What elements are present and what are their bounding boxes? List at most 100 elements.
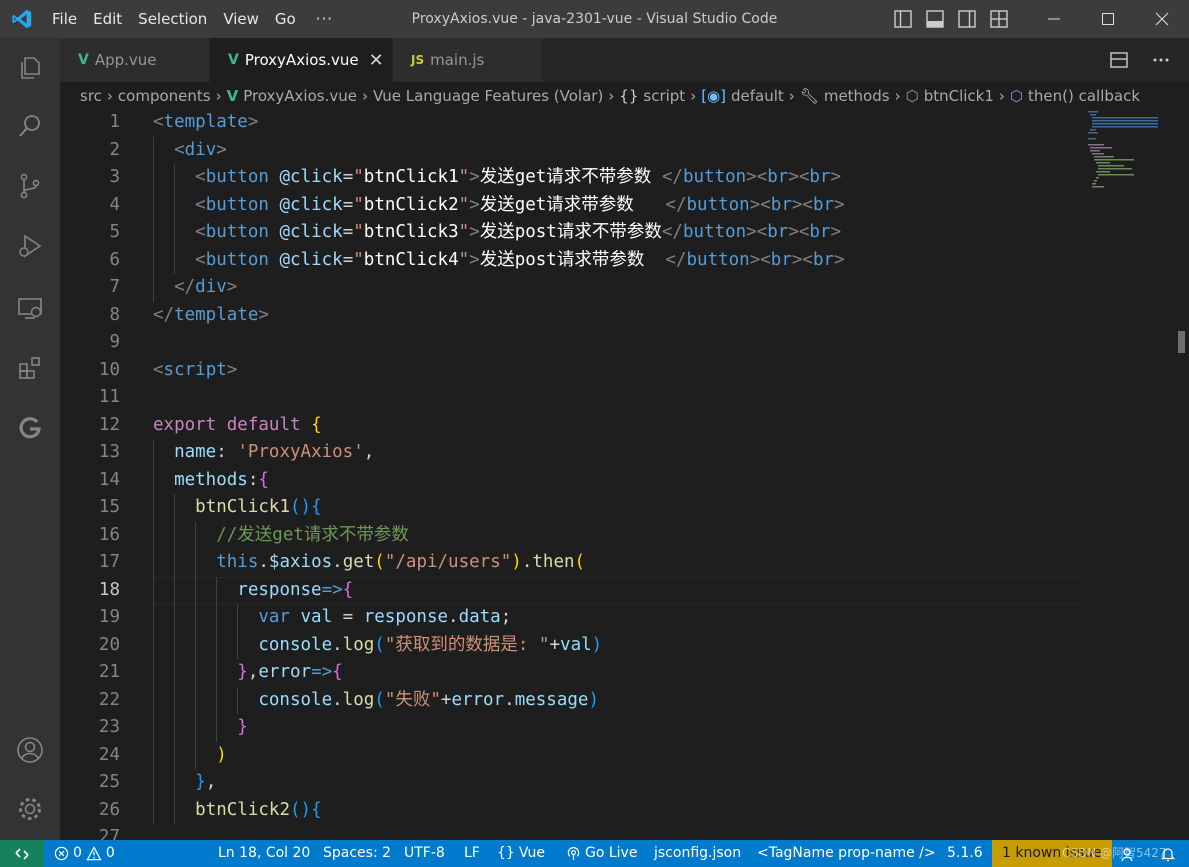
tab-main-js[interactable]: JS main.js: [393, 38, 543, 82]
close-window-icon[interactable]: [1135, 0, 1189, 38]
line-number: 16: [98, 524, 120, 545]
scrollbar-thumb[interactable]: [1178, 331, 1185, 353]
close-tab-icon[interactable]: ✕: [369, 50, 384, 71]
code-token: >: [830, 222, 842, 242]
code-text: <button @click="btnClick1">发送get请求不带参数 <…: [153, 164, 841, 192]
code-token: @click: [279, 249, 343, 270]
breadcrumb-default[interactable]: default: [731, 87, 784, 105]
code-line[interactable]: 27: [60, 824, 1080, 840]
breadcrumb-language[interactable]: Vue Language Features (Volar): [373, 87, 603, 105]
problems-indicator[interactable]: 0 0: [54, 840, 115, 867]
code-editor[interactable]: 1 <template> 2 <div> 3 <button @click="btnC…: [60, 109, 1189, 840]
explorer-icon[interactable]: [0, 43, 60, 93]
jsconfig-status[interactable]: jsconfig.json: [654, 840, 741, 867]
remote-indicator-icon[interactable]: [0, 840, 44, 867]
code-token: .: [521, 552, 533, 572]
code-text: this.$axios.get("/api/users").then(: [153, 549, 585, 577]
code-line[interactable]: 15 btnClick1(){: [60, 494, 1080, 522]
code-line[interactable]: 8 </template>: [60, 302, 1080, 330]
run-debug-icon[interactable]: [0, 221, 60, 271]
code-line[interactable]: 25 },: [60, 769, 1080, 797]
code-line[interactable]: 19 var val = response.data;: [60, 604, 1080, 632]
breadcrumb-file[interactable]: ProxyAxios.vue: [243, 87, 357, 105]
toggle-panel-icon[interactable]: [925, 9, 945, 29]
gitlens-icon[interactable]: [0, 403, 60, 453]
code-line[interactable]: 22 console.log("失败"+error.message): [60, 686, 1080, 715]
go-live-button[interactable]: Go Live: [566, 840, 637, 867]
code-line[interactable]: 11: [60, 384, 1080, 412]
tab-app-vue[interactable]: V App.vue: [60, 38, 210, 82]
menu-edit[interactable]: Edit: [85, 10, 130, 28]
code-line[interactable]: 12 export default {: [60, 412, 1080, 440]
code-token: button: [205, 167, 269, 187]
maximize-icon[interactable]: [1081, 0, 1135, 38]
breadcrumb-script[interactable]: script: [643, 87, 685, 105]
breadcrumb-btnclick1[interactable]: btnClick1: [924, 87, 994, 105]
code-token: button: [205, 249, 269, 270]
code-token: ><: [749, 249, 771, 270]
encoding[interactable]: UTF-8: [404, 840, 445, 867]
code-line[interactable]: 14 methods:{: [60, 466, 1080, 494]
code-token: ><: [746, 222, 768, 242]
end-of-line[interactable]: LF: [464, 840, 480, 867]
code-line[interactable]: 5 <button @click="btnClick3">发送post请求不带参…: [60, 219, 1080, 247]
code-line[interactable]: 9: [60, 329, 1080, 357]
code-line[interactable]: 1 <template>: [60, 109, 1080, 137]
code-text: <template>: [153, 109, 258, 137]
code-line[interactable]: 7 </div>: [60, 274, 1080, 302]
cursor-position[interactable]: Ln 18, Col 20: [218, 840, 310, 867]
minimize-icon[interactable]: [1027, 0, 1081, 38]
code-token: "失败": [384, 689, 441, 710]
code-line[interactable]: 20 console.log("获取到的数据是: "+val): [60, 631, 1080, 659]
manage-gear-icon[interactable]: [0, 784, 60, 834]
typescript-version[interactable]: 5.1.6: [947, 840, 983, 867]
editor-tabs: V App.vue V ProxyAxios.vue ✕ JS main.js: [60, 38, 1189, 82]
breadcrumb-components[interactable]: components: [118, 87, 211, 105]
toggle-secondary-sidebar-icon[interactable]: [957, 9, 977, 29]
code-line[interactable]: 13 name: 'ProxyAxios',: [60, 439, 1080, 467]
code-line[interactable]: 18 response=>{: [60, 576, 1080, 604]
menu-view[interactable]: View: [215, 10, 267, 28]
more-actions-icon[interactable]: [1151, 50, 1171, 70]
breadcrumb-then-callback[interactable]: then() callback: [1028, 87, 1140, 105]
code-line[interactable]: 23 }: [60, 714, 1080, 742]
split-editor-icon[interactable]: [1109, 50, 1129, 70]
code-line[interactable]: 2 <div>: [60, 136, 1080, 164]
indentation[interactable]: Spaces: 2: [323, 840, 391, 867]
code-token: (: [574, 552, 586, 572]
tab-proxyaxios-vue[interactable]: V ProxyAxios.vue ✕: [210, 38, 393, 82]
code-line[interactable]: 6 <button @click="btnClick4">发送post请求带参数…: [60, 246, 1080, 274]
breadcrumb-src[interactable]: src: [80, 87, 102, 105]
code-line[interactable]: 24 ): [60, 741, 1080, 769]
menu-more[interactable]: ···: [304, 10, 341, 28]
language-mode[interactable]: {} Vue: [497, 840, 545, 867]
code-line[interactable]: 16 //发送get请求不带参数: [60, 521, 1080, 549]
code-token: ><: [749, 194, 771, 215]
code-text: console.log("失败"+error.message): [153, 687, 599, 715]
menu-file[interactable]: File: [44, 10, 85, 28]
code-line[interactable]: 21 },error=>{: [60, 659, 1080, 687]
source-control-icon[interactable]: [0, 161, 60, 211]
code-line[interactable]: 17 this.$axios.get("/api/users").then(: [60, 549, 1080, 577]
code-token: ,: [247, 662, 259, 682]
remote-explorer-icon[interactable]: [0, 283, 60, 333]
minimap[interactable]: [1088, 109, 1172, 840]
search-icon[interactable]: [0, 101, 60, 151]
menu-selection[interactable]: Selection: [130, 10, 215, 28]
code-token: <: [174, 139, 185, 160]
toggle-primary-sidebar-icon[interactable]: [893, 9, 913, 29]
code-line[interactable]: 10 <script>: [60, 357, 1080, 385]
menu-go[interactable]: Go: [267, 10, 304, 28]
code-line[interactable]: 4 <button @click="btnClick2">发送get请求带参数 …: [60, 191, 1080, 219]
accounts-icon[interactable]: [0, 725, 60, 775]
extensions-icon[interactable]: [0, 343, 60, 393]
code-line[interactable]: 3 <button @click="btnClick1">发送get请求不带参数…: [60, 164, 1080, 192]
language-label: Vue: [518, 845, 545, 861]
tag-name-casing[interactable]: <TagName prop-name />: [757, 840, 936, 867]
customize-layout-icon[interactable]: [989, 9, 1009, 29]
vertical-scrollbar[interactable]: [1175, 109, 1189, 840]
breadcrumb-methods[interactable]: methods: [824, 87, 890, 105]
code-line[interactable]: 26 btnClick2(){: [60, 796, 1080, 824]
